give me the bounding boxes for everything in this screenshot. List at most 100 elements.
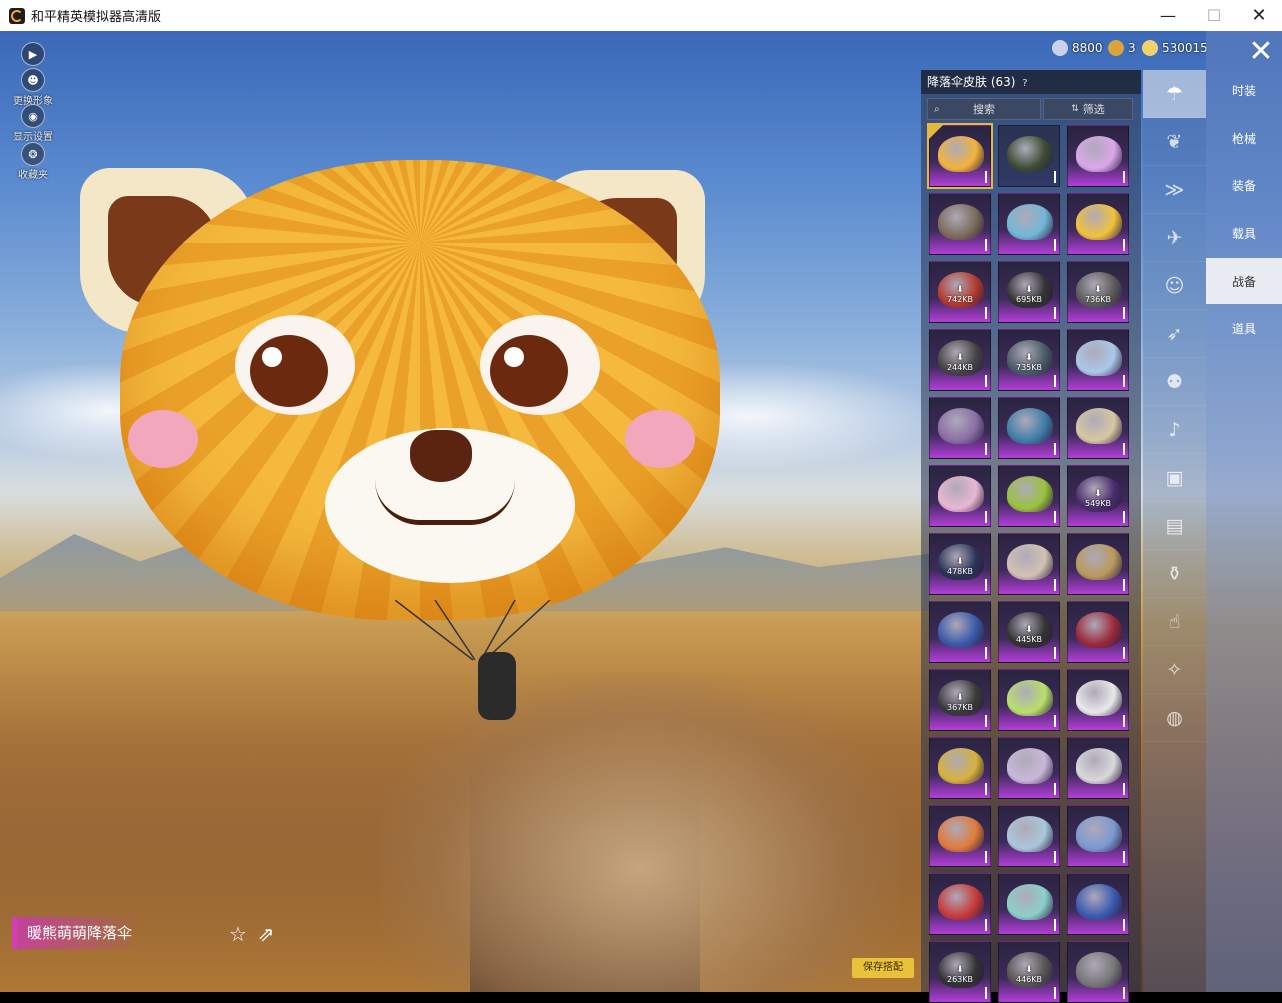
change-avatar-button[interactable]: ☻ 更换形象 bbox=[10, 68, 56, 107]
skin-tile[interactable] bbox=[929, 873, 991, 935]
skin-tile[interactable] bbox=[998, 125, 1060, 187]
skin-tile[interactable] bbox=[927, 123, 993, 189]
quality-bar bbox=[1054, 715, 1056, 727]
skin-tile[interactable]: 263KB bbox=[929, 941, 991, 1003]
wings-icon: ❦ bbox=[1166, 130, 1183, 153]
tab-equipment[interactable]: 装备 bbox=[1206, 162, 1282, 208]
help-icon[interactable]: ? bbox=[1022, 78, 1027, 89]
rail-item[interactable]: ≫ bbox=[1143, 166, 1206, 214]
skin-tile[interactable] bbox=[998, 193, 1060, 255]
skin-tile[interactable] bbox=[1067, 601, 1129, 663]
favorites-button[interactable]: ❂ 收藏夹 bbox=[10, 142, 56, 181]
skin-tile[interactable]: 445KB bbox=[998, 601, 1060, 663]
skin-tile[interactable] bbox=[998, 737, 1060, 799]
skin-tile[interactable] bbox=[1067, 533, 1129, 595]
skin-tile[interactable] bbox=[929, 397, 991, 459]
emote-icon: ☺ bbox=[1164, 274, 1185, 297]
download-size: 446KB bbox=[999, 966, 1059, 984]
rail-item[interactable]: ✧ bbox=[1143, 646, 1206, 694]
skin-tile[interactable]: 244KB bbox=[929, 329, 991, 391]
skin-tile[interactable] bbox=[998, 669, 1060, 731]
rail-item[interactable]: ◍ bbox=[1143, 694, 1206, 742]
skin-tile[interactable] bbox=[1067, 805, 1129, 867]
download-size: 244KB bbox=[930, 354, 990, 372]
skin-tile[interactable]: 367KB bbox=[929, 669, 991, 731]
left-eye bbox=[250, 335, 328, 407]
companion-icon: ⚉ bbox=[1165, 370, 1184, 393]
rail-item[interactable]: ⚉ bbox=[1143, 358, 1206, 406]
skin-grid: 742KB 695KB 736KB 244KB 735KB 549KB 478KB 445KB… bbox=[927, 123, 1129, 1003]
tab-gear[interactable]: 战备 bbox=[1206, 258, 1282, 304]
quality-bar bbox=[1123, 919, 1125, 931]
skin-tile[interactable] bbox=[1067, 193, 1129, 255]
skin-tile[interactable]: 742KB bbox=[929, 261, 991, 323]
parachute-icon: ☂ bbox=[1165, 82, 1184, 105]
rail-item[interactable]: ❦ bbox=[1143, 118, 1206, 166]
rail-item[interactable]: ✈ bbox=[1143, 214, 1206, 262]
skin-tile[interactable] bbox=[1067, 329, 1129, 391]
rail-item[interactable]: ⚱ bbox=[1143, 550, 1206, 598]
quality-bar bbox=[985, 715, 987, 727]
rail-item[interactable]: ☝ bbox=[1143, 598, 1206, 646]
rail-item[interactable]: ☂ bbox=[1143, 70, 1206, 118]
quality-bar bbox=[1123, 715, 1125, 727]
quality-bar bbox=[1054, 919, 1056, 931]
skin-tile[interactable] bbox=[1067, 941, 1129, 1003]
skin-tile[interactable]: 736KB bbox=[1067, 261, 1129, 323]
display-settings-button[interactable]: ◉ 显示设置 bbox=[10, 104, 56, 143]
filter-label: 筛选 bbox=[1082, 103, 1105, 116]
backpack bbox=[478, 652, 516, 720]
rail-item[interactable]: ♪ bbox=[1143, 406, 1206, 454]
skin-tile[interactable] bbox=[1067, 737, 1129, 799]
expand-button[interactable]: ▶ bbox=[10, 42, 56, 66]
favorite-star-icon[interactable]: ☆ bbox=[226, 922, 250, 946]
skin-tile[interactable] bbox=[929, 601, 991, 663]
skin-tile[interactable]: 446KB bbox=[998, 941, 1060, 1003]
close-icon[interactable]: ✕ bbox=[1243, 34, 1279, 70]
tab-weapons[interactable]: 枪械 bbox=[1206, 115, 1282, 161]
skin-tile[interactable]: 478KB bbox=[929, 533, 991, 595]
skin-tile[interactable] bbox=[998, 533, 1060, 595]
skin-tile[interactable] bbox=[998, 873, 1060, 935]
skin-tile[interactable] bbox=[929, 737, 991, 799]
skin-tile[interactable] bbox=[1067, 397, 1129, 459]
skin-tile[interactable]: 695KB bbox=[998, 261, 1060, 323]
quality-bar bbox=[1054, 987, 1056, 999]
skin-tile[interactable]: 735KB bbox=[998, 329, 1060, 391]
skin-tile[interactable] bbox=[998, 465, 1060, 527]
rail-item[interactable]: ▤ bbox=[1143, 502, 1206, 550]
skin-tile[interactable] bbox=[929, 193, 991, 255]
search-button[interactable]: ⌕ 搜索 bbox=[927, 98, 1041, 120]
wand-icon: ✧ bbox=[1166, 658, 1183, 681]
skin-tile[interactable] bbox=[929, 465, 991, 527]
left-cheek bbox=[128, 410, 198, 468]
extinguisher-icon: ⚱ bbox=[1166, 562, 1183, 585]
skin-tile[interactable] bbox=[998, 805, 1060, 867]
tab-items[interactable]: 道具 bbox=[1206, 305, 1282, 351]
window-close-button[interactable]: ✕ bbox=[1236, 0, 1282, 31]
rail-item[interactable]: ☺ bbox=[1143, 262, 1206, 310]
parachute-skin-thumbnail bbox=[1007, 476, 1053, 512]
skin-tile[interactable]: 549KB bbox=[1067, 465, 1129, 527]
rail-item[interactable]: ➶ bbox=[1143, 310, 1206, 358]
save-outfit-button[interactable]: 保存搭配 bbox=[852, 958, 914, 978]
skin-tile[interactable] bbox=[1067, 873, 1129, 935]
maximize-button[interactable]: ☐ bbox=[1191, 0, 1237, 31]
tab-fashion[interactable]: 时装 bbox=[1206, 67, 1282, 113]
rail-item[interactable]: ▣ bbox=[1143, 454, 1206, 502]
quality-bar bbox=[985, 443, 987, 455]
download-size: 367KB bbox=[930, 694, 990, 712]
tab-vehicles[interactable]: 载具 bbox=[1206, 210, 1282, 256]
download-size: 742KB bbox=[930, 286, 990, 304]
parachute-skin-thumbnail bbox=[1007, 748, 1053, 784]
quality-bar bbox=[985, 511, 987, 523]
skin-tile[interactable] bbox=[998, 397, 1060, 459]
share-icon[interactable]: ⇗ bbox=[254, 922, 278, 946]
gold-coin-icon bbox=[1142, 40, 1158, 56]
skin-tile[interactable] bbox=[1067, 669, 1129, 731]
filter-button[interactable]: ⇅ 筛选 bbox=[1043, 98, 1133, 120]
skin-tile[interactable] bbox=[929, 805, 991, 867]
parachute-skin-thumbnail bbox=[938, 408, 984, 444]
minimize-button[interactable]: — bbox=[1145, 0, 1191, 31]
skin-tile[interactable] bbox=[1067, 125, 1129, 187]
